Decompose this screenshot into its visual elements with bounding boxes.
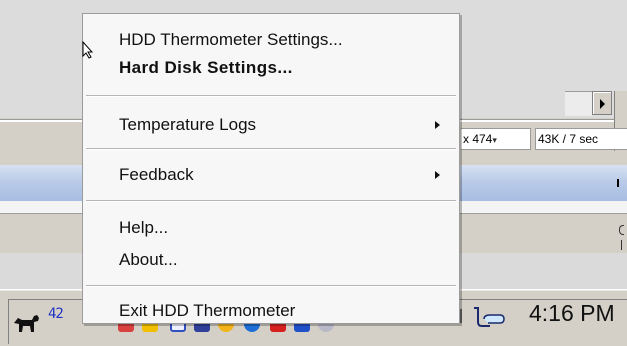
- menu-separator: [86, 148, 456, 150]
- menu-item-about[interactable]: About...: [83, 246, 459, 274]
- menu-item-hard-disk-settings[interactable]: Hard Disk Settings...: [83, 54, 459, 82]
- tray-temperature[interactable]: 42: [48, 306, 64, 322]
- menu-item-help[interactable]: Help...: [83, 214, 459, 242]
- submenu-arrow-icon: [435, 171, 440, 179]
- menu-item-hdd-settings[interactable]: HDD Thermometer Settings...: [83, 26, 459, 54]
- menu-separator: [86, 200, 456, 202]
- panel-glyph: [621, 240, 622, 250]
- menu-item-label: About...: [119, 250, 178, 269]
- menu-item-label: Hard Disk Settings...: [119, 58, 293, 77]
- image-size-dropdown[interactable]: x 474▾: [461, 128, 531, 150]
- menu-item-label: Feedback: [119, 165, 194, 184]
- menu-item-label: Help...: [119, 218, 169, 237]
- horizontal-scroll-track[interactable]: [565, 91, 592, 116]
- mouse-cursor-icon: [82, 41, 94, 59]
- download-status-text: 43K / 7 sec: [538, 132, 599, 146]
- scroll-right-button[interactable]: [592, 91, 612, 115]
- menu-separator: [86, 285, 456, 287]
- header-marker: [617, 179, 619, 187]
- panel-glyph: [619, 225, 624, 235]
- menu-item-feedback[interactable]: Feedback: [83, 161, 459, 189]
- submenu-arrow-icon: [435, 121, 440, 129]
- clock[interactable]: 4:16 PM: [529, 300, 615, 327]
- chevron-down-icon: ▾: [492, 135, 497, 145]
- menu-item-label: Temperature Logs: [119, 115, 257, 134]
- dog-icon[interactable]: [12, 312, 40, 334]
- download-status: 43K / 7 sec: [535, 128, 627, 150]
- scroll-right-arrow-icon: [600, 99, 605, 109]
- tray-context-menu: HDD Thermometer Settings... Hard Disk Se…: [82, 13, 460, 324]
- menu-item-temperature-logs[interactable]: Temperature Logs: [83, 111, 459, 139]
- menu-item-label: HDD Thermometer Settings...: [119, 30, 343, 49]
- menu-separator: [86, 95, 456, 97]
- network-bubble-icon[interactable]: [470, 304, 506, 330]
- image-size-value: x 474: [463, 132, 493, 146]
- menu-item-exit[interactable]: Exit HDD Thermometer: [83, 297, 459, 325]
- menu-item-label: Exit HDD Thermometer: [119, 301, 296, 320]
